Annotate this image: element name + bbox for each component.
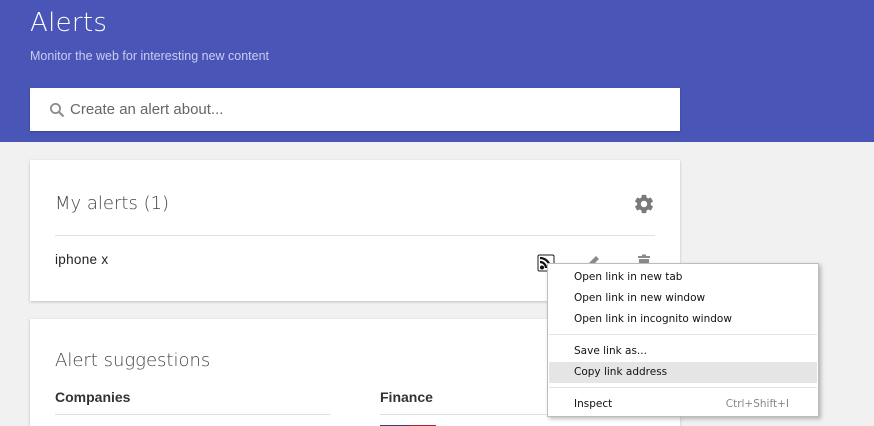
- menu-item-label: Save link as...: [574, 345, 647, 357]
- alert-suggestions-title: Alert suggestions: [55, 350, 211, 371]
- menu-shortcut: Ctrl+Shift+I: [725, 398, 789, 410]
- menu-item-open-new-window[interactable]: Open link in new window: [549, 288, 817, 309]
- section-companies: Companies: [55, 389, 131, 405]
- menu-item-label: Open link in new window: [574, 292, 706, 304]
- page-title: Alerts: [30, 8, 108, 38]
- alert-label: iphone x: [55, 252, 109, 267]
- menu-item-open-new-tab[interactable]: Open link in new tab: [549, 267, 817, 288]
- menu-separator: [549, 334, 817, 335]
- search-icon: [50, 103, 65, 118]
- menu-separator: [549, 387, 817, 388]
- my-alerts-title: My alerts (1): [55, 193, 170, 214]
- menu-item-label: Open link in new tab: [574, 271, 683, 283]
- create-alert-input[interactable]: [70, 88, 670, 131]
- gear-icon[interactable]: [633, 193, 655, 215]
- menu-item-copy-link[interactable]: Copy link address: [549, 362, 817, 383]
- menu-item-label: Copy link address: [574, 366, 668, 378]
- menu-item-save-link[interactable]: Save link as...: [549, 341, 817, 362]
- menu-item-open-incognito[interactable]: Open link in incognito window: [549, 309, 817, 330]
- menu-item-inspect[interactable]: Inspect Ctrl+Shift+I: [549, 394, 817, 415]
- header-banner: Alerts Monitor the web for interesting n…: [0, 0, 874, 142]
- menu-item-label: Inspect: [574, 398, 613, 410]
- section-finance: Finance: [380, 389, 433, 405]
- section-divider: [55, 414, 330, 415]
- menu-item-label: Open link in incognito window: [574, 313, 732, 325]
- context-menu: Open link in new tab Open link in new wi…: [547, 263, 819, 417]
- page-subtitle: Monitor the web for interesting new cont…: [30, 49, 270, 63]
- card-divider: [55, 235, 655, 236]
- search-box[interactable]: [30, 88, 680, 131]
